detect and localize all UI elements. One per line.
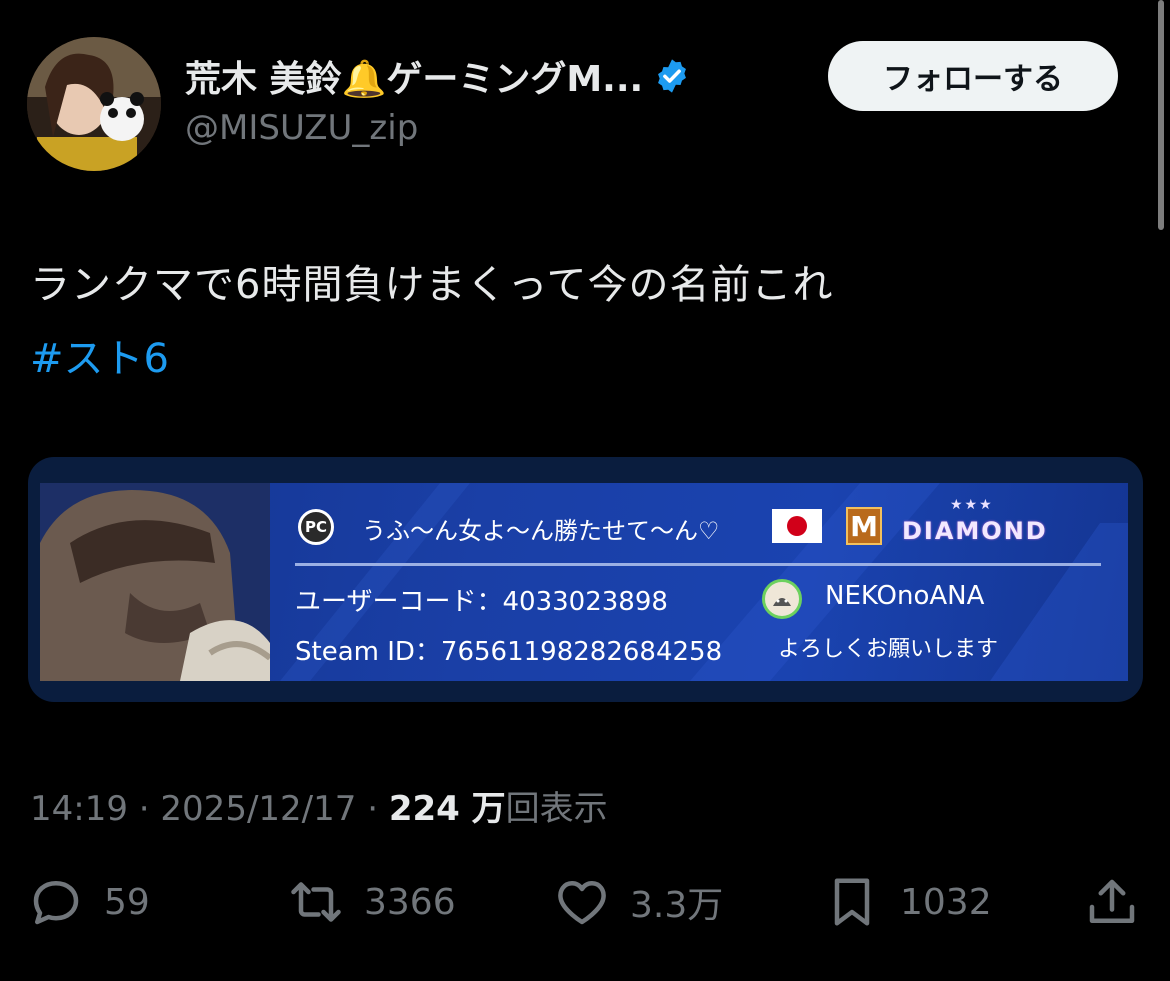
character-portrait [40, 483, 270, 681]
rank-name: DIAMOND [902, 517, 1048, 545]
club-name: NEKOnoANA [825, 581, 985, 611]
greeting-text: よろしくお願いします [778, 637, 999, 662]
scrollbar[interactable] [1158, 0, 1164, 230]
rank-stars: ★★★ [950, 497, 994, 513]
platform-badge: PC [298, 509, 334, 545]
bookmark-button[interactable]: 1032 [822, 872, 992, 932]
retweet-icon [291, 882, 341, 922]
follow-button[interactable]: フォローする [828, 41, 1118, 111]
player-card: PC うふ〜ん女よ〜ん勝たせて〜ん♡ M ★★★ DIAMOND ユーザーコード… [40, 483, 1128, 681]
steam-id: Steam ID：76561198282684258 [295, 637, 723, 667]
reply-count: 59 [104, 881, 150, 923]
like-count: 3.3万 [630, 885, 724, 926]
verified-badge-icon [658, 59, 687, 93]
tweet-time[interactable]: 14:19 [30, 789, 128, 829]
views-count: 224 万 [388, 789, 506, 829]
user-code: ユーザーコード：4033023898 [295, 587, 668, 617]
tweet-meta: 14:19 · 2025/12/17 · 224 万回表示 [30, 781, 608, 830]
author-name[interactable]: 荒木 美鈴🔔ゲーミングM... [185, 50, 691, 102]
author-name-text[interactable]: 荒木 美鈴🔔ゲーミングM... [185, 50, 643, 102]
meta-separator-1: · [127, 789, 161, 829]
views-label: 回表示 [505, 789, 608, 829]
share-button[interactable] [1082, 872, 1142, 932]
reply-button[interactable]: 59 [26, 872, 150, 932]
retweet-count: 3366 [364, 881, 456, 923]
avatar[interactable] [27, 37, 161, 171]
retweet-button[interactable]: 3366 [286, 872, 456, 932]
japan-flag-icon [772, 509, 822, 543]
hashtag-link[interactable]: #スト6 [30, 326, 169, 384]
heart-icon [558, 881, 606, 925]
player-name: うふ〜ん女よ〜ん勝たせて〜ん♡ [362, 517, 720, 545]
tweet-image[interactable]: PC うふ〜ん女よ〜ん勝たせて〜ん♡ M ★★★ DIAMOND ユーザーコード… [28, 457, 1143, 702]
tweet-date[interactable]: 2025/12/17 [160, 789, 356, 829]
bookmark-count: 1032 [900, 881, 992, 923]
reply-icon [33, 881, 79, 925]
card-divider [295, 563, 1101, 566]
rank-letter-badge: M [846, 507, 882, 545]
avatar-image [27, 37, 161, 171]
bookmark-icon [834, 878, 870, 926]
share-icon [1089, 879, 1135, 923]
author-handle[interactable]: @MISUZU_zip [185, 108, 418, 148]
meta-separator-2: · [356, 789, 389, 829]
like-button[interactable]: 3.3万 [552, 872, 723, 932]
tweet-text: ランクマで6時間負けまくって今の名前これ [30, 262, 834, 308]
club-cat-icon [762, 579, 802, 619]
